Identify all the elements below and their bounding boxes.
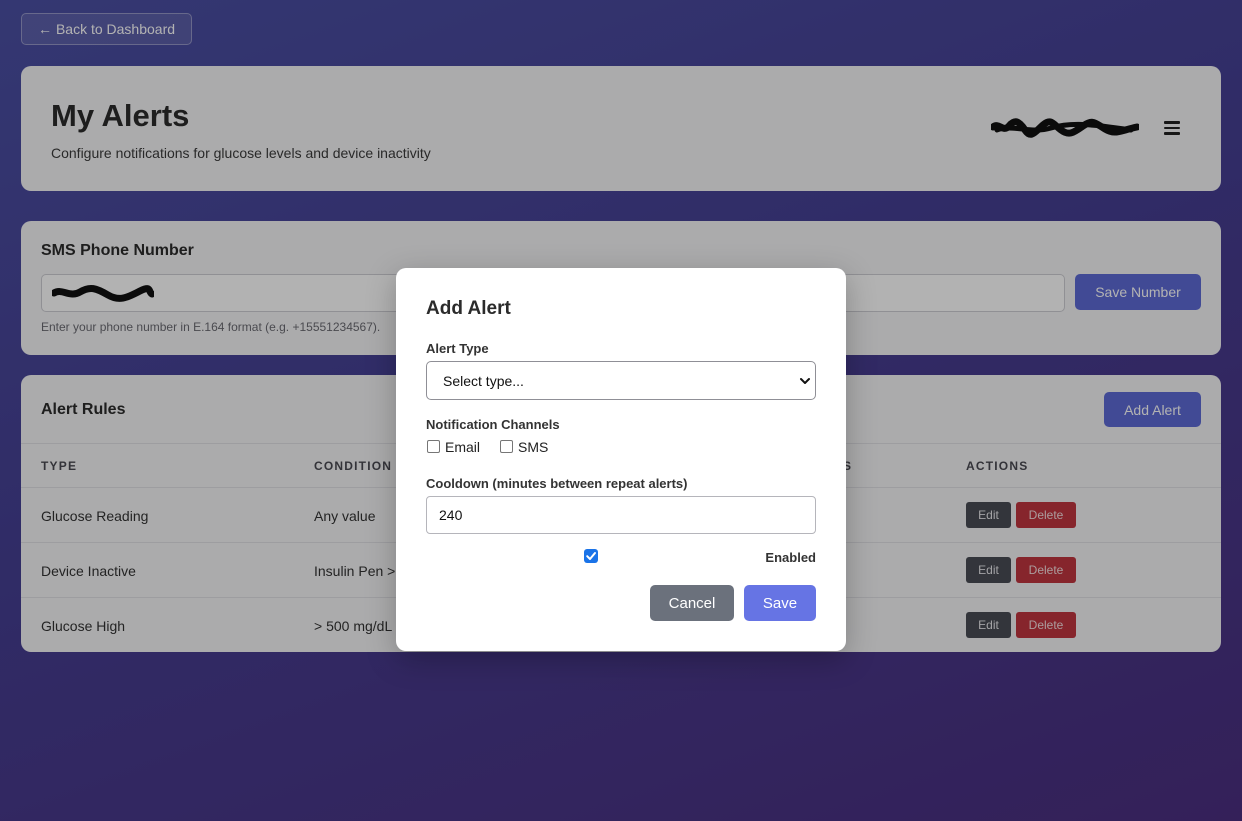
- alert-type-label: Alert Type: [426, 341, 489, 356]
- email-checkbox-label: Email: [445, 439, 481, 455]
- cooldown-value: 240: [439, 507, 463, 523]
- cooldown-label: Cooldown (minutes between repeat alerts): [426, 476, 688, 491]
- modal-title: Add Alert: [426, 298, 511, 319]
- sms-checkbox[interactable]: [500, 440, 513, 453]
- add-alert-modal: Add Alert Alert Type Select type... Noti…: [396, 268, 846, 651]
- alerts-page: ← Back to Dashboard My Alerts Configure …: [0, 0, 1242, 821]
- enabled-label: Enabled: [765, 550, 816, 565]
- alert-type-selected-value: Select type...: [443, 372, 524, 389]
- save-button[interactable]: Save: [744, 585, 816, 621]
- email-checkbox[interactable]: [427, 440, 440, 453]
- cooldown-input[interactable]: 240: [426, 496, 816, 534]
- cancel-button[interactable]: Cancel: [650, 585, 734, 621]
- enabled-checkbox[interactable]: [584, 549, 598, 563]
- alert-type-select[interactable]: Select type...: [426, 361, 816, 400]
- checkmark-icon: [586, 552, 596, 560]
- notification-channels-label: Notification Channels: [426, 417, 560, 432]
- sms-checkbox-label: SMS: [518, 439, 549, 455]
- chevron-down-icon: [800, 378, 810, 384]
